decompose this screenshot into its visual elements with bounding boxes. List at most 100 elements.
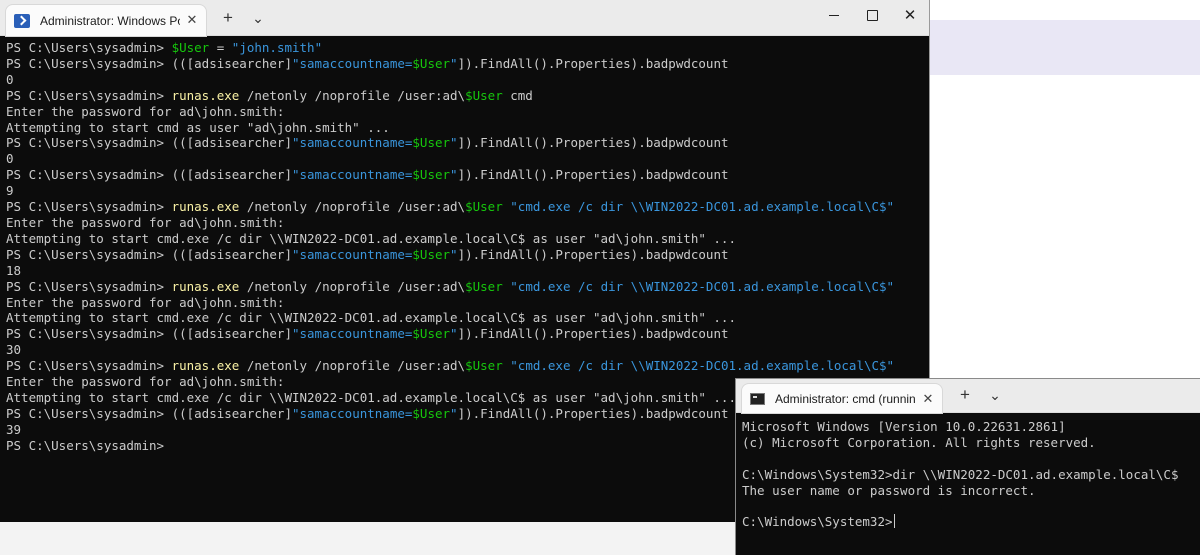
close-button[interactable]: ✕: [891, 0, 929, 32]
background-strip: [0, 522, 736, 555]
console-token: $User: [465, 358, 503, 374]
console-line: 9: [6, 183, 923, 199]
console-token: Enter the password for ad\john.smith:: [6, 294, 285, 310]
cmd-line: C:\Windows\System32>: [742, 514, 895, 530]
console-line: PS C:\Users\sysadmin> (([adsisearcher]"s…: [6, 167, 923, 183]
console-token: /netonly /noprofile /user:ad\: [239, 87, 466, 103]
console-token: 0: [6, 71, 14, 87]
console-token: $User: [412, 405, 451, 421]
console-line: Enter the password for ad\john.smith:: [6, 215, 923, 231]
console-token: $User: [412, 55, 451, 71]
console-token: PS C:\Users\sysadmin>: [6, 358, 172, 374]
powershell-icon: [14, 13, 30, 28]
cmd-tab-close-icon[interactable]: ✕: [920, 391, 936, 407]
console-line: PS C:\Users\sysadmin> (([adsisearcher]"s…: [6, 326, 923, 342]
cmd-line: C:\Windows\System32>dir \\WIN2022-DC01.a…: [742, 466, 1179, 482]
new-tab-button[interactable]: +: [217, 8, 239, 28]
console-token: $User: [465, 87, 503, 103]
console-token: "samaccountname=: [291, 246, 413, 262]
console-token: ": [450, 135, 458, 151]
console-token: cmd: [502, 87, 533, 103]
console-line: PS C:\Users\sysadmin> runas.exe /netonly…: [6, 358, 923, 374]
cmd-line: Microsoft Windows [Version 10.0.22631.28…: [742, 419, 1066, 434]
console-token: ": [450, 326, 458, 342]
console-token: $User: [412, 167, 451, 183]
console-token: ]).FindAll().Properties).badpwdcount: [457, 246, 729, 262]
console-token: runas.exe: [171, 87, 240, 103]
console-token: PS C:\Users\sysadmin>: [6, 437, 165, 453]
console-token: ]).FindAll().Properties).badpwdcount: [457, 167, 729, 183]
console-token: "john.smith": [231, 40, 323, 55]
console-line: PS C:\Users\sysadmin> runas.exe /netonly…: [6, 88, 923, 104]
console-token: "cmd.exe /c dir \\WIN2022-DC01.ad.exampl…: [510, 358, 895, 374]
powershell-titlebar[interactable]: Administrator: Windows PowerShell ✕ + ⌄ …: [0, 0, 929, 36]
console-token: Attempting to start cmd.exe /c dir \\WIN…: [6, 230, 736, 246]
console-line: 0: [6, 72, 923, 88]
console-line: PS C:\Users\sysadmin> (([adsisearcher]"s…: [6, 247, 923, 263]
maximize-button[interactable]: [853, 0, 891, 32]
console-token: "samaccountname=: [291, 55, 413, 71]
console-token: Enter the password for ad\john.smith:: [6, 214, 285, 230]
cmd-line: The user name or password is incorrect.: [742, 482, 1036, 498]
console-token: Enter the password for ad\john.smith:: [6, 103, 285, 119]
console-line: 30: [6, 342, 923, 358]
console-token: runas.exe: [171, 358, 240, 374]
cmd-console[interactable]: Microsoft Windows [Version 10.0.22631.28…: [736, 413, 1200, 536]
console-token: ]).FindAll().Properties).badpwdcount: [457, 55, 729, 71]
console-token: /netonly /noprofile /user:ad\: [239, 278, 466, 294]
console-token: $User: [412, 326, 451, 342]
console-token: "cmd.exe /c dir \\WIN2022-DC01.ad.exampl…: [510, 199, 895, 215]
console-token: $User: [465, 199, 503, 215]
console-line: Enter the password for ad\john.smith:: [6, 104, 923, 120]
cmd-tab-dropdown-icon[interactable]: ⌄: [984, 385, 1006, 405]
cmd-new-tab-button[interactable]: +: [954, 385, 976, 405]
console-token: ": [450, 55, 458, 71]
console-token: PS C:\Users\sysadmin> (([adsisearcher]: [6, 246, 292, 262]
console-token: "samaccountname=: [291, 405, 413, 421]
minimize-button[interactable]: [815, 0, 853, 32]
console-token: 9: [6, 183, 14, 199]
console-token: 0: [6, 151, 14, 167]
console-line: PS C:\Users\sysadmin> runas.exe /netonly…: [6, 199, 923, 215]
console-token: $User: [412, 246, 451, 262]
console-line: Attempting to start cmd.exe /c dir \\WIN…: [6, 231, 923, 247]
console-token: "samaccountname=: [291, 326, 413, 342]
console-token: Attempting to start cmd.exe /c dir \\WIN…: [6, 389, 736, 405]
console-token: Attempting to start cmd as user "ad\john…: [6, 119, 390, 135]
minimize-icon: [829, 15, 839, 17]
console-token: 18: [6, 262, 22, 278]
console-line: 18: [6, 263, 923, 279]
console-token: $User: [465, 278, 503, 294]
console-token: ": [450, 167, 458, 183]
console-token: PS C:\Users\sysadmin> (([adsisearcher]: [6, 405, 292, 421]
console-token: PS C:\Users\sysadmin>: [6, 278, 172, 294]
console-token: PS C:\Users\sysadmin> (([adsisearcher]: [6, 167, 292, 183]
console-token: "samaccountname=: [291, 167, 413, 183]
console-token: /netonly /noprofile /user:ad\: [239, 358, 466, 374]
cmd-titlebar[interactable]: Administrator: cmd (running as ad\john.s…: [736, 379, 1200, 413]
console-token: "samaccountname=: [291, 135, 413, 151]
console-token: runas.exe: [171, 278, 240, 294]
tab-title: Administrator: Windows PowerShell: [40, 13, 180, 28]
console-token: PS C:\Users\sysadmin> (([adsisearcher]: [6, 326, 292, 342]
console-token: PS C:\Users\sysadmin> (([adsisearcher]: [6, 55, 292, 71]
tab-close-icon[interactable]: ✕: [184, 12, 200, 28]
console-line: Attempting to start cmd.exe /c dir \\WIN…: [6, 310, 923, 326]
console-token: =: [209, 40, 232, 55]
cmd-window[interactable]: Administrator: cmd (running as ad\john.s…: [735, 378, 1200, 555]
tab-dropdown-icon[interactable]: ⌄: [247, 8, 269, 28]
cmd-tab-title: Administrator: cmd (running as ad\john.s…: [775, 391, 915, 406]
console-line: PS C:\Users\sysadmin> (([adsisearcher]"s…: [6, 56, 923, 72]
console-line: PS C:\Users\sysadmin> $User = "john.smit…: [6, 40, 923, 56]
console-line: Enter the password for ad\john.smith:: [6, 295, 923, 311]
console-token: ]).FindAll().Properties).badpwdcount: [457, 135, 729, 151]
cmd-tab[interactable]: Administrator: cmd (running as ad\john.s…: [742, 384, 942, 413]
maximize-icon: [866, 10, 878, 22]
console-line: PS C:\Users\sysadmin> runas.exe /netonly…: [6, 279, 923, 295]
console-token: PS C:\Users\sysadmin>: [6, 199, 172, 215]
console-token: PS C:\Users\sysadmin>: [6, 87, 172, 103]
console-token: 39: [6, 421, 22, 437]
cmd-line: (c) Microsoft Corporation. All rights re…: [742, 434, 1096, 450]
powershell-tab[interactable]: Administrator: Windows PowerShell ✕: [6, 5, 206, 36]
text-cursor: [893, 514, 895, 529]
